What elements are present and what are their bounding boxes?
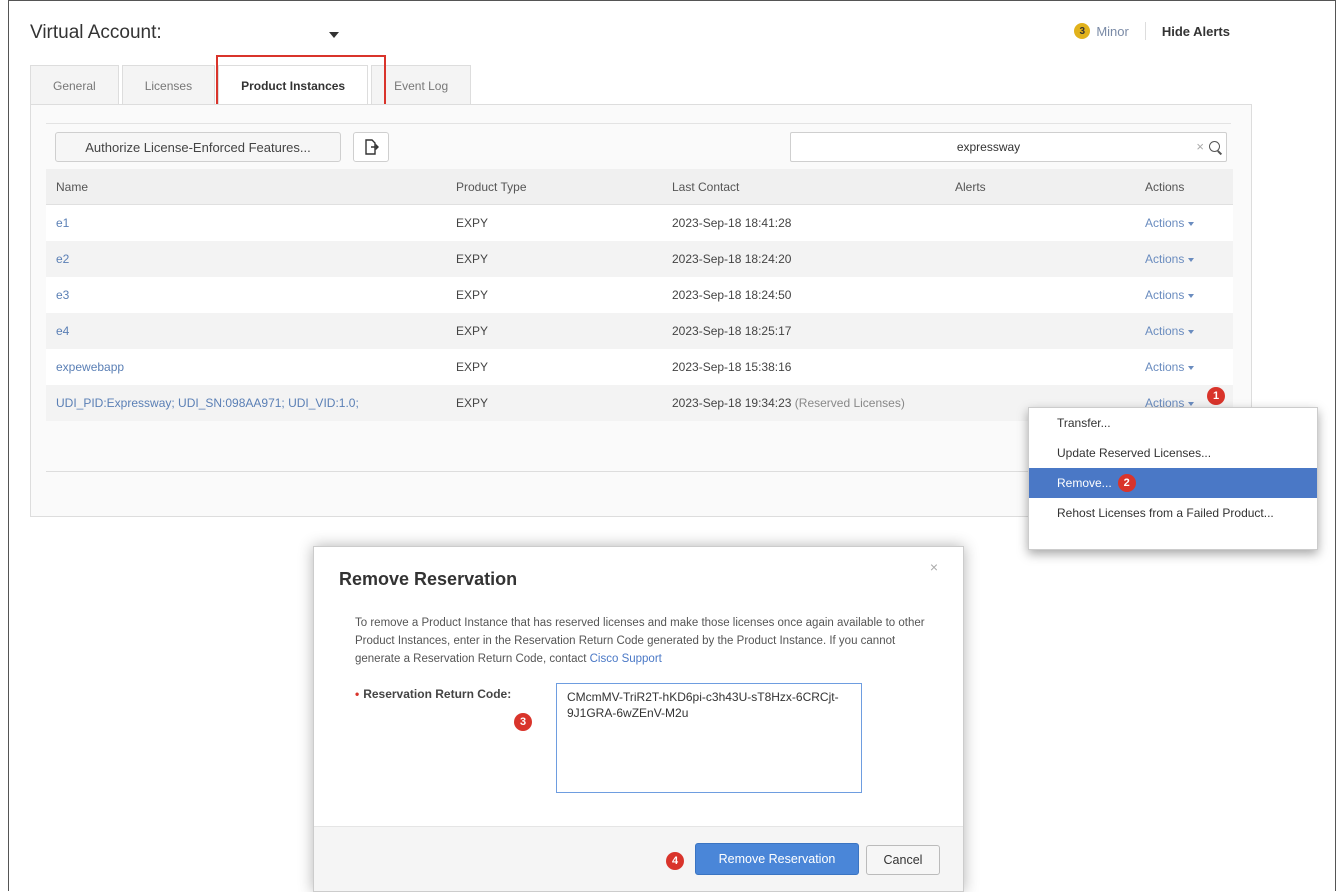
actions-label: Actions xyxy=(1145,360,1185,374)
last-contact-cell: 2023-Sep-18 15:38:16 xyxy=(662,349,945,385)
instance-name-link[interactable]: e2 xyxy=(56,252,69,266)
alerts-cell xyxy=(945,277,1135,313)
caret-down-icon xyxy=(1188,221,1195,226)
alerts-cell xyxy=(945,313,1135,349)
remove-reservation-button[interactable]: Remove Reservation xyxy=(695,843,859,875)
tab-event-log[interactable]: Event Log xyxy=(371,65,472,105)
clear-search-icon[interactable]: × xyxy=(1196,139,1204,154)
column-header-product-type[interactable]: Product Type xyxy=(446,169,662,205)
product-type-cell: EXPY xyxy=(446,349,662,385)
menu-item-remove[interactable]: Remove... 2 xyxy=(1029,468,1317,498)
cisco-support-link[interactable]: Cisco Support xyxy=(590,653,662,665)
column-header-actions: Actions xyxy=(1135,169,1233,205)
last-contact-cell: 2023-Sep-18 18:24:20 xyxy=(662,241,945,277)
last-contact-value: 2023-Sep-18 19:34:23 xyxy=(672,396,792,410)
export-button[interactable] xyxy=(353,132,389,162)
alerts-cell xyxy=(945,241,1135,277)
table-row: e1 EXPY 2023-Sep-18 18:41:28 Actions xyxy=(46,204,1233,241)
menu-item-update-reserved-licenses[interactable]: Update Reserved Licenses... xyxy=(1029,438,1317,468)
return-code-label-text: Reservation Return Code: xyxy=(363,687,512,701)
actions-label: Actions xyxy=(1145,216,1185,230)
product-instances-table: Name Product Type Last Contact Alerts Ac… xyxy=(46,169,1233,421)
actions-dropdown[interactable]: Actions xyxy=(1145,252,1195,266)
caret-down-icon xyxy=(1188,257,1195,262)
search-input[interactable]: expressway × xyxy=(790,132,1227,162)
caret-down-icon xyxy=(1188,401,1195,406)
cancel-button[interactable]: Cancel xyxy=(866,845,940,875)
last-contact-cell: 2023-Sep-18 18:25:17 xyxy=(662,313,945,349)
last-contact-cell: 2023-Sep-18 18:41:28 xyxy=(662,204,945,241)
close-icon[interactable]: × xyxy=(930,559,938,575)
table-row: e4 EXPY 2023-Sep-18 18:25:17 Actions xyxy=(46,313,1233,349)
actions-dropdown[interactable]: Actions xyxy=(1145,288,1195,302)
authorize-features-button[interactable]: Authorize License-Enforced Features... xyxy=(55,132,341,162)
remove-reservation-dialog: Remove Reservation × To remove a Product… xyxy=(313,546,964,892)
step-callout-2: 2 xyxy=(1117,474,1136,492)
tab-bar: General Licenses Product Instances Event… xyxy=(30,65,474,105)
product-type-cell: EXPY xyxy=(446,204,662,241)
alert-count-badge[interactable]: 3 xyxy=(1074,23,1091,39)
alert-level-link[interactable]: Minor xyxy=(1096,24,1129,39)
caret-down-icon xyxy=(1188,365,1195,370)
instance-name-link[interactable]: UDI_PID:Expressway; UDI_SN:098AA971; UDI… xyxy=(56,396,359,410)
column-header-last-contact[interactable]: Last Contact xyxy=(662,169,945,205)
actions-label: Actions xyxy=(1145,324,1185,338)
product-type-cell: EXPY xyxy=(446,277,662,313)
virtual-account-label: Virtual Account: xyxy=(30,22,162,43)
actions-dropdown[interactable]: Actions xyxy=(1145,324,1195,338)
return-code-textarea[interactable]: CMcmMV-TriR2T-hKD6pi-c3h43U-sT8Hzx-6CRCj… xyxy=(556,683,862,793)
virtual-account-dropdown-icon[interactable] xyxy=(329,32,339,38)
instance-name-link[interactable]: e4 xyxy=(56,324,69,338)
tab-general[interactable]: General xyxy=(30,65,119,105)
instance-name-link[interactable]: e3 xyxy=(56,288,69,302)
actions-label: Actions xyxy=(1145,288,1185,302)
reserved-licenses-note: (Reserved Licenses) xyxy=(794,396,905,410)
actions-menu: Transfer... Update Reserved Licenses... … xyxy=(1028,407,1318,550)
required-marker: • xyxy=(355,687,360,701)
product-type-cell: EXPY xyxy=(446,385,662,421)
table-row: e3 EXPY 2023-Sep-18 18:24:50 Actions xyxy=(46,277,1233,313)
caret-down-icon xyxy=(1188,293,1195,298)
dialog-description: To remove a Product Instance that has re… xyxy=(355,614,925,668)
actions-label: Actions xyxy=(1145,252,1185,266)
tab-product-instances[interactable]: Product Instances xyxy=(218,65,369,105)
search-icon[interactable] xyxy=(1209,141,1220,152)
alerts-divider xyxy=(1144,22,1146,40)
menu-item-rehost-licenses[interactable]: Rehost Licenses from a Failed Product... xyxy=(1029,498,1317,528)
hide-alerts-link[interactable]: Hide Alerts xyxy=(1162,24,1230,39)
caret-down-icon xyxy=(1188,329,1195,334)
table-row: expewebapp EXPY 2023-Sep-18 15:38:16 Act… xyxy=(46,349,1233,385)
instance-name-link[interactable]: expewebapp xyxy=(56,360,124,374)
column-header-name[interactable]: Name xyxy=(46,169,446,205)
dialog-title: Remove Reservation xyxy=(339,569,518,589)
step-callout-1: 1 xyxy=(1207,387,1225,405)
export-icon xyxy=(365,139,379,155)
table-row: e2 EXPY 2023-Sep-18 18:24:20 Actions xyxy=(46,241,1233,277)
actions-dropdown[interactable]: Actions xyxy=(1145,216,1195,230)
product-type-cell: EXPY xyxy=(446,313,662,349)
return-code-label: • Reservation Return Code: xyxy=(355,687,511,701)
actions-dropdown[interactable]: Actions xyxy=(1145,360,1195,374)
toolbar-divider xyxy=(46,123,1231,124)
tab-licenses[interactable]: Licenses xyxy=(121,65,216,105)
last-contact-cell: 2023-Sep-18 18:24:50 xyxy=(662,277,945,313)
menu-item-remove-label: Remove... xyxy=(1057,476,1112,490)
column-header-alerts[interactable]: Alerts xyxy=(945,169,1135,205)
instance-name-link[interactable]: e1 xyxy=(56,216,69,230)
step-callout-4: 4 xyxy=(666,852,684,870)
alerts-cell xyxy=(945,204,1135,241)
alerts-cell xyxy=(945,349,1135,385)
search-value: expressway xyxy=(956,140,1021,154)
menu-item-transfer[interactable]: Transfer... xyxy=(1029,408,1317,438)
last-contact-cell: 2023-Sep-18 19:34:23 (Reserved Licenses) xyxy=(662,385,945,421)
step-callout-3: 3 xyxy=(514,713,532,731)
alerts-bar: 3 Minor Hide Alerts xyxy=(1074,22,1230,40)
product-type-cell: EXPY xyxy=(446,241,662,277)
